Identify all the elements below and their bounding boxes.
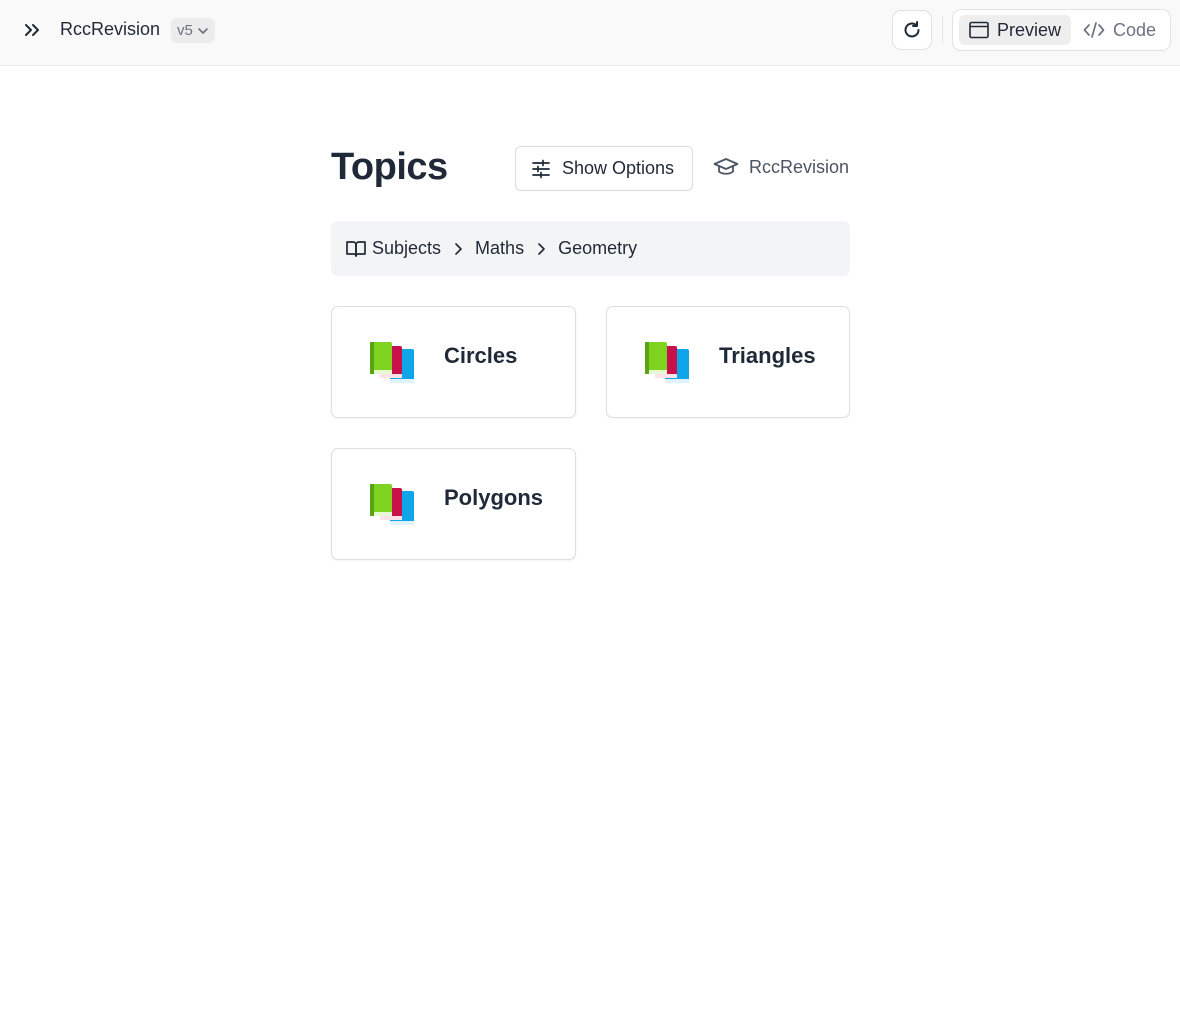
page-title: Topics	[331, 146, 448, 188]
breadcrumb-label: Geometry	[558, 238, 638, 258]
chevron-right-icon	[536, 242, 546, 256]
breadcrumb: Subjects Maths Geometry	[331, 221, 850, 276]
top-bar: RccRevision v5 Preview Code	[0, 0, 1180, 66]
topic-label: Triangles	[719, 343, 816, 368]
tab-code-label: Code	[1113, 19, 1157, 40]
show-options-label: Show Options	[562, 158, 675, 178]
breadcrumb-label: Maths	[475, 238, 525, 258]
app-name: RccRevision	[60, 19, 161, 39]
view-toggle: Preview Code	[952, 9, 1171, 51]
books-icon	[370, 342, 414, 383]
version-label: v5	[177, 22, 193, 39]
topic-card-polygons[interactable]: Polygons	[331, 448, 576, 560]
tab-code[interactable]: Code	[1083, 15, 1165, 45]
book-open-icon	[346, 240, 366, 257]
code-icon	[1083, 22, 1105, 38]
chevron-right-icon	[453, 242, 463, 256]
books-icon	[645, 342, 689, 383]
books-icon	[370, 484, 414, 525]
graduation-cap-icon	[713, 158, 739, 175]
breadcrumb-label: Subjects	[372, 238, 442, 258]
brand-link[interactable]: RccRevision	[713, 156, 849, 178]
sliders-icon	[532, 159, 550, 178]
refresh-icon	[904, 21, 920, 38]
toolbar-divider	[942, 16, 943, 44]
browser-window-icon	[969, 21, 989, 39]
brand-label: RccRevision	[749, 156, 850, 177]
chevron-down-icon	[198, 27, 208, 34]
topic-label: Circles	[444, 343, 518, 368]
topic-card-triangles[interactable]: Triangles	[606, 306, 850, 418]
refresh-button[interactable]	[892, 10, 932, 50]
breadcrumb-item-subjects[interactable]: Subjects	[346, 238, 441, 259]
breadcrumb-item-geometry: Geometry	[558, 238, 637, 259]
expand-sidebar-button[interactable]	[16, 14, 48, 46]
chevrons-right-icon	[25, 24, 39, 36]
breadcrumb-item-maths[interactable]: Maths	[475, 238, 524, 259]
version-select[interactable]: v5	[171, 18, 215, 43]
topic-card-circles[interactable]: Circles	[331, 306, 576, 418]
show-options-button[interactable]: Show Options	[515, 146, 693, 191]
topic-label: Polygons	[444, 485, 544, 510]
tab-preview[interactable]: Preview	[959, 15, 1071, 45]
tab-preview-label: Preview	[997, 19, 1062, 40]
